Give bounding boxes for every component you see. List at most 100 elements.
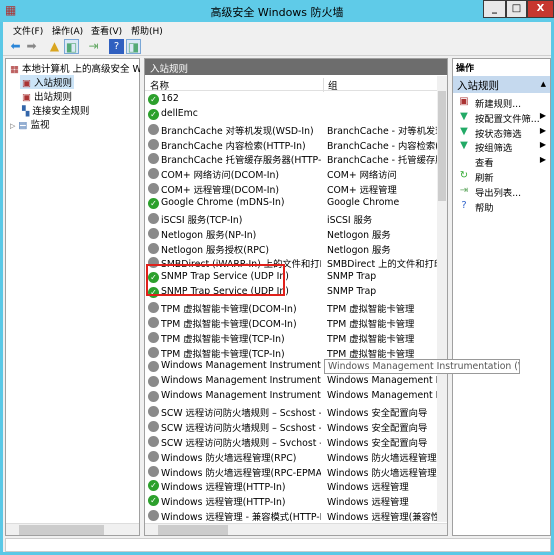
tree-item-connection-security-rules[interactable]: ▚ 连接安全规则 (22, 103, 89, 117)
back-icon[interactable]: ⬅ (8, 39, 23, 54)
menu-file[interactable]: 文件(F) (13, 24, 43, 37)
export-icon[interactable]: ⇥ (86, 39, 101, 54)
tree-item-label: 入站规则 (34, 78, 73, 89)
panel-header: 入站规则 (145, 59, 447, 75)
table-row[interactable]: Windows 防火墙远程管理(RPC) Windows 防火墙远程管理 (145, 449, 437, 464)
menu-help[interactable]: 帮助(H) (131, 24, 163, 37)
action-item[interactable]: 查看 ▶ (453, 154, 550, 169)
rule-name: SCW 远程访问防火墙规则 – Svchost - T... (161, 437, 321, 449)
up-folder-icon[interactable]: ▲ (47, 39, 62, 54)
action-label: 新建规则... (475, 99, 522, 110)
rule-group: iSCSI 服务 (327, 214, 373, 226)
close-button[interactable]: X (527, 0, 554, 18)
rule-name: Windows Management Instrumentati... (161, 375, 321, 387)
minimize-button[interactable]: _ (483, 0, 506, 18)
disabled-rule-icon (148, 168, 159, 180)
table-row[interactable]: Windows 远程管理 - 兼容模式(HTTP-In) Windows 远程管理… (145, 508, 437, 523)
table-row[interactable]: ✓ Windows 远程管理(HTTP-In) Windows 远程管理 (145, 493, 437, 508)
enabled-check-icon: ✓ (148, 495, 159, 507)
scroll-thumb[interactable] (438, 91, 446, 201)
rule-group: Windows Management In... (327, 390, 437, 402)
window-title: 高级安全 Windows 防火墙 (210, 6, 344, 19)
menu-view[interactable]: 查看(V) (91, 24, 122, 37)
tree-root[interactable]: ▦ 本地计算机 上的高级安全 Windows 防火墙 (10, 61, 140, 75)
rule-group: BranchCache - 对等机发现... (327, 125, 437, 137)
table-row[interactable]: COM+ 远程管理(DCOM-In) COM+ 远程管理 (145, 181, 437, 196)
table-row[interactable]: ✓ Windows 远程管理(HTTP-In) Windows 远程管理 (145, 478, 437, 493)
table-row[interactable]: Windows Management Instrumentati... Windo… (145, 374, 437, 389)
action-item[interactable]: ▼ 按配置文件筛... ▶ (453, 110, 550, 125)
scroll-thumb[interactable] (158, 525, 228, 535)
section-label: 入站规则 (457, 80, 499, 92)
filter-icon: ▼ (460, 140, 468, 152)
table-row[interactable]: TPM 虚拟智能卡管理(DCOM-In) TPM 虚拟智能卡管理 (145, 300, 437, 315)
table-row[interactable]: BranchCache 对等机发现(WSD-In) BranchCache - 对… (145, 122, 437, 137)
rule-group: Windows 远程管理(兼容性) (327, 512, 437, 524)
rule-name: Windows 远程管理(HTTP-In) (161, 497, 286, 509)
disabled-rule-icon (148, 227, 159, 239)
forward-icon[interactable]: ➡ (24, 39, 39, 54)
table-row[interactable]: SCW 远程访问防火墙规则 – Scshost - ... Windows 安全配… (145, 419, 437, 434)
table-row[interactable]: iSCSI 服务(TCP-In) iSCSI 服务 (145, 211, 437, 226)
tree-item-monitoring[interactable]: ▷ ▤ 监视 (10, 117, 49, 131)
show-action-pane-icon[interactable]: ◨ (126, 39, 141, 54)
table-row[interactable]: COM+ 网络访问(DCOM-In) COM+ 网络访问 (145, 166, 437, 181)
rule-name: iSCSI 服务(TCP-In) (161, 214, 243, 226)
rule-name: Windows 远程管理 - 兼容模式(HTTP-In) (161, 512, 321, 524)
inbound-rules-icon: ▣ (22, 78, 31, 89)
expand-icon[interactable]: ▷ (10, 122, 15, 130)
horizontal-scrollbar[interactable] (145, 523, 447, 535)
new-rule-icon: ▣ (459, 96, 469, 107)
table-row[interactable]: TPM 虚拟智能卡管理(DCOM-In) TPM 虚拟智能卡管理 (145, 315, 437, 330)
disabled-rule-icon (148, 346, 159, 358)
status-bar (5, 538, 551, 552)
help-icon[interactable]: ? (109, 39, 124, 54)
disabled-rule-icon (148, 391, 159, 403)
action-item[interactable]: ▼ 按状态筛选 ▶ (453, 125, 550, 140)
rule-name: BranchCache 内容检索(HTTP-In) (161, 140, 306, 152)
rule-group: COM+ 网络访问 (327, 170, 397, 182)
rule-name: BranchCache 托管缓存服务器(HTTP-In) (161, 155, 321, 167)
table-row[interactable]: TPM 虚拟智能卡管理(TCP-In) TPM 虚拟智能卡管理 (145, 330, 437, 345)
action-item[interactable]: ⇥ 导出列表... (453, 184, 550, 199)
table-row[interactable]: TPM 虚拟智能卡管理(TCP-In) TPM 虚拟智能卡管理 (145, 345, 437, 360)
tree-item-inbound-rules[interactable]: ▣ 入站规则 (20, 75, 75, 89)
monitor-icon: ▤ (18, 120, 28, 131)
rule-name: SCW 远程访问防火墙规则 – Scshost - ... (161, 408, 321, 420)
table-row[interactable]: Windows Management Instrumentati... Windo… (145, 389, 437, 404)
action-label: 帮助 (475, 202, 494, 214)
rule-name: TPM 虚拟智能卡管理(DCOM-In) (161, 318, 297, 330)
action-item[interactable]: ? 帮助 (453, 199, 550, 214)
menu-bar: 文件(F) 操作(A) 查看(V) 帮助(H) (3, 22, 551, 37)
action-item[interactable]: ▣ 新建规则... (453, 95, 550, 110)
rule-group: TPM 虚拟智能卡管理 (327, 348, 415, 360)
rule-group: TPM 虚拟智能卡管理 (327, 304, 415, 316)
scroll-thumb[interactable] (19, 525, 104, 535)
table-row[interactable]: SCW 远程访问防火墙规则 – Scshost - ... Windows 安全配… (145, 404, 437, 419)
tree-item-outbound-rules[interactable]: ▣ 出站规则 (22, 89, 72, 103)
table-row[interactable]: Netlogon 服务(NP-In) Netlogon 服务 (145, 226, 437, 241)
table-row[interactable]: Netlogon 服务授权(RPC) Netlogon 服务 (145, 241, 437, 256)
action-item[interactable]: ▼ 按组筛选 ▶ (453, 139, 550, 154)
table-row[interactable]: ✓ 162 (145, 92, 437, 107)
table-row[interactable]: Windows 防火墙远程管理(RPC-EPMAP) Windows 防火墙远程管… (145, 464, 437, 479)
tree-item-label: 监视 (30, 120, 50, 131)
collapse-icon[interactable]: ▲ (541, 80, 546, 88)
table-row[interactable]: BranchCache 托管缓存服务器(HTTP-In) BranchCache … (145, 151, 437, 166)
navigation-tree: ▦ 本地计算机 上的高级安全 Windows 防火墙 ▣ 入站规则 ▣ 出站规则… (5, 58, 140, 536)
column-name[interactable]: 名称 (150, 78, 324, 92)
table-row[interactable]: ✓ dellEmc (145, 107, 437, 122)
menu-action[interactable]: 操作(A) (52, 24, 83, 37)
action-item[interactable]: ↻ 刷新 (453, 169, 550, 184)
vertical-scrollbar[interactable] (437, 76, 447, 522)
table-row[interactable]: ✓ Google Chrome (mDNS-In) Google Chrome (145, 196, 437, 211)
table-row[interactable]: SCW 远程访问防火墙规则 – Svchost - T... Windows 安全… (145, 434, 437, 449)
outbound-rules-icon: ▣ (22, 92, 31, 103)
actions-section-inbound-rules[interactable]: 入站规则 ▲ (453, 76, 550, 93)
table-row[interactable]: BranchCache 内容检索(HTTP-In) BranchCache - 内… (145, 137, 437, 152)
maximize-button[interactable]: □ (506, 0, 527, 18)
left-horizontal-scrollbar[interactable] (6, 523, 139, 535)
column-group[interactable]: 组 (328, 78, 338, 92)
connection-security-icon: ▚ (22, 106, 30, 117)
show-tree-icon[interactable]: ◧ (64, 39, 79, 54)
